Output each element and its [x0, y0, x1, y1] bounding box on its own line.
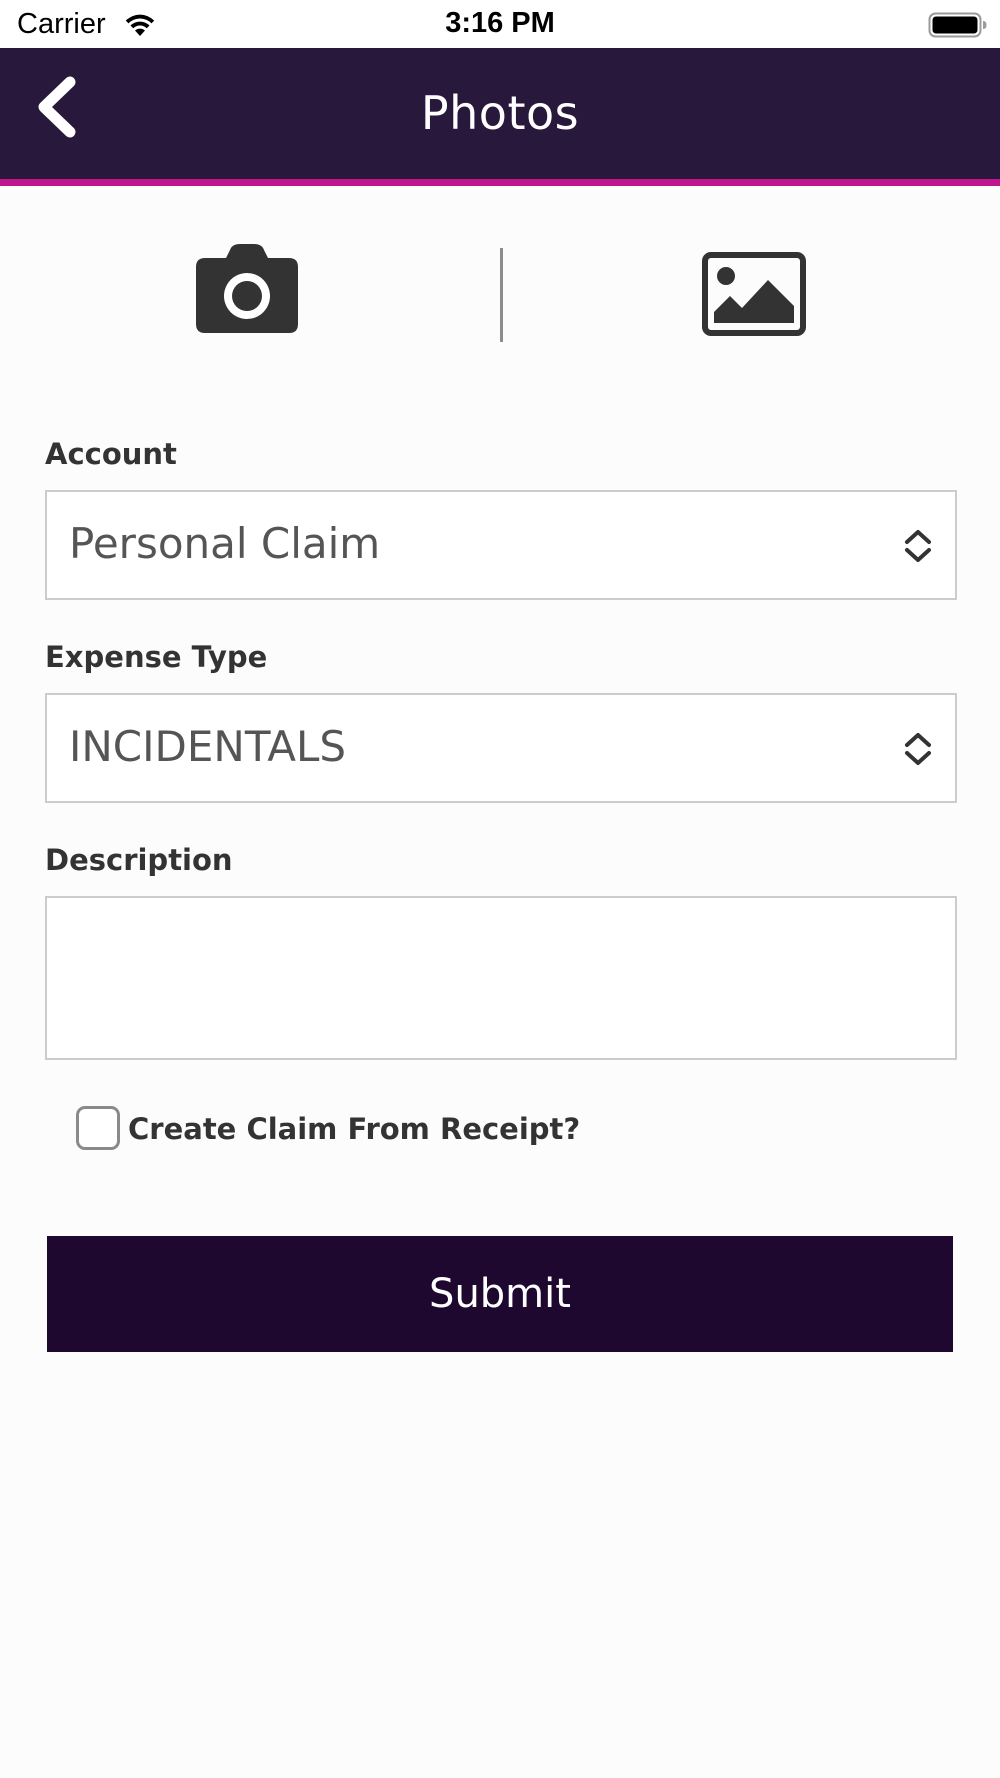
expense-type-select[interactable]: INCIDENTALS	[45, 693, 957, 803]
description-field[interactable]	[45, 896, 957, 1060]
chevron-up-down-icon	[903, 731, 933, 767]
photo-source-row	[0, 230, 1000, 350]
create-claim-checkbox[interactable]	[76, 1106, 120, 1150]
description-label: Description	[45, 843, 233, 877]
camera-icon	[190, 244, 304, 338]
create-claim-row: Create Claim From Receipt?	[76, 1106, 676, 1150]
camera-button[interactable]	[190, 244, 304, 338]
status-time: 3:16 PM	[445, 7, 555, 39]
status-bar: Carrier 3:16 PM	[0, 0, 1000, 48]
account-label: Account	[45, 437, 177, 471]
account-value: Personal Claim	[69, 519, 381, 568]
expense-type-label: Expense Type	[45, 640, 268, 674]
create-claim-label: Create Claim From Receipt?	[128, 1112, 581, 1146]
account-select[interactable]: Personal Claim	[45, 490, 957, 600]
gallery-button[interactable]	[702, 252, 806, 336]
photo-source-divider	[500, 248, 503, 342]
submit-button[interactable]: Submit	[47, 1236, 953, 1352]
nav-accent-line	[0, 179, 1000, 186]
page-title: Photos	[420, 86, 580, 140]
chevron-up-down-icon	[903, 528, 933, 564]
image-icon	[702, 252, 806, 336]
expense-type-value: INCIDENTALS	[69, 722, 346, 771]
battery-icon	[928, 12, 988, 38]
